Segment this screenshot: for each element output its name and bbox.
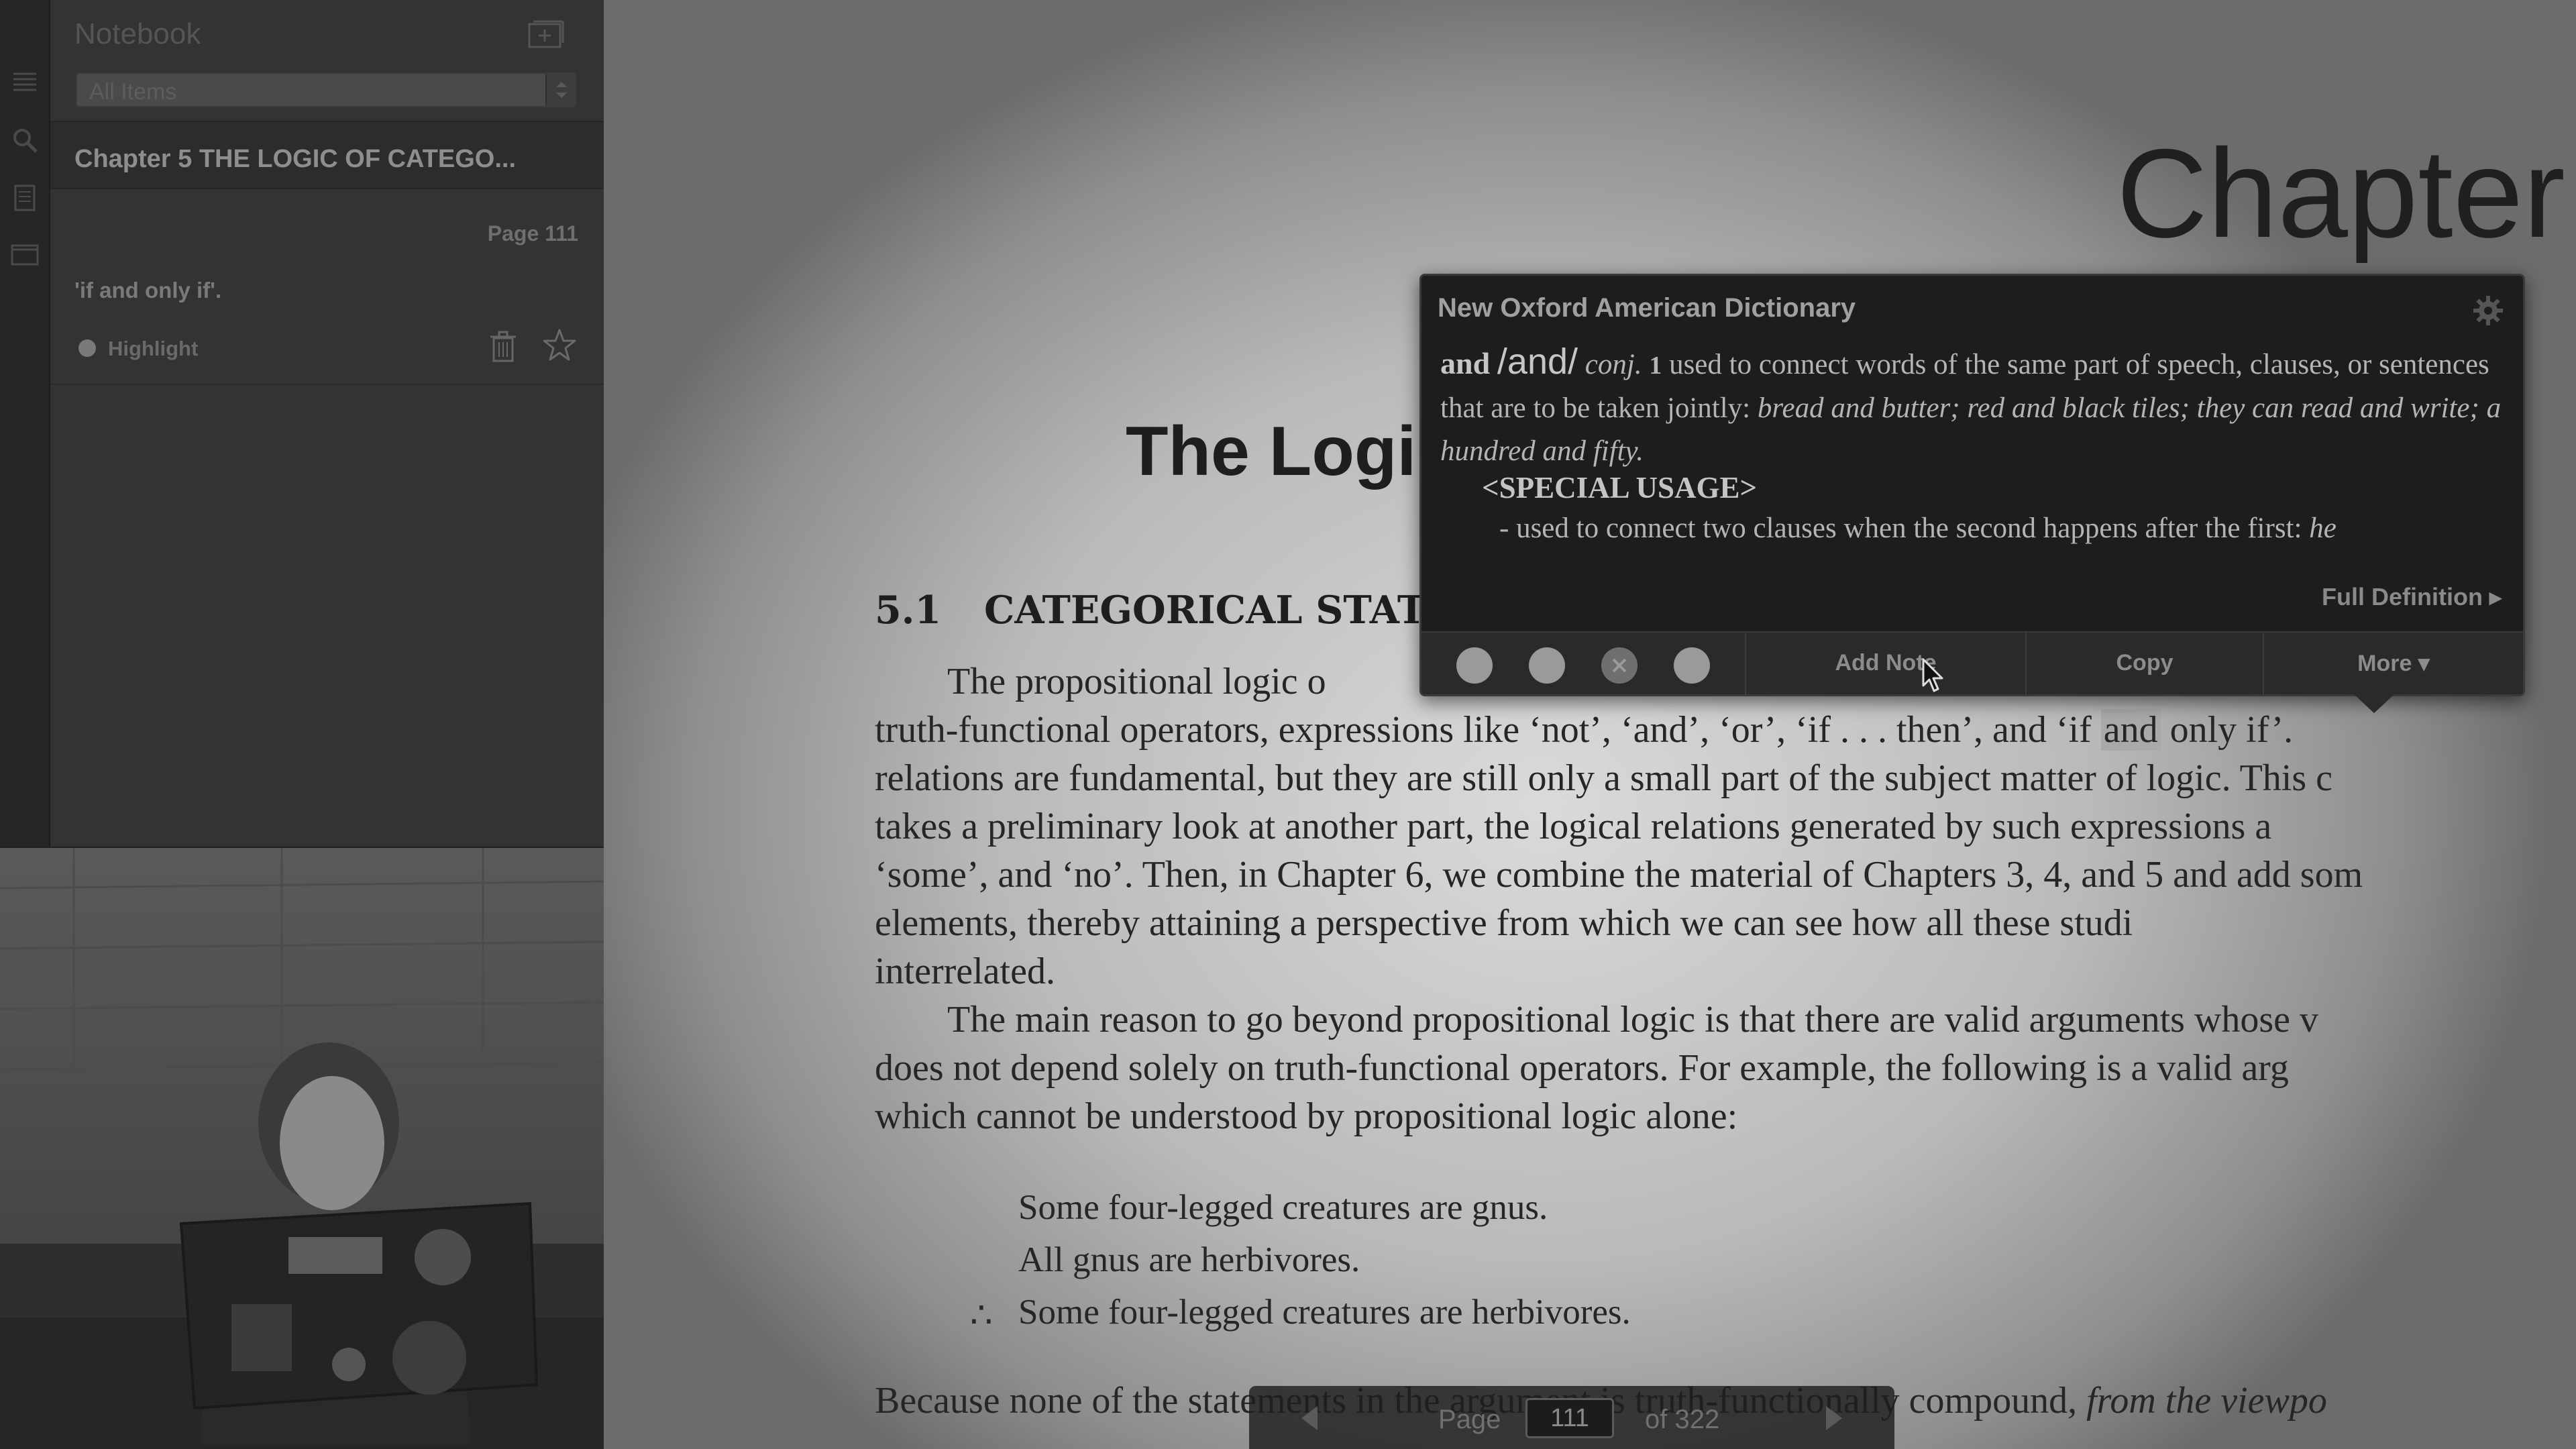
new-note-icon[interactable]: [527, 19, 566, 51]
body-line[interactable]: relations are fundamental, but they are …: [875, 757, 2332, 800]
chapter-heading: Chapter: [2116, 123, 2565, 264]
chapter-group-header[interactable]: Chapter 5 THE LOGIC OF CATEGO...: [50, 121, 604, 189]
argument-premise[interactable]: All gnus are herbivores.: [1018, 1240, 1360, 1280]
copy-button[interactable]: Copy: [2025, 633, 2263, 694]
selected-word[interactable]: and: [2100, 709, 2161, 751]
page-navigation-bar: Page of 322: [1249, 1386, 1894, 1449]
mouse-cursor-icon: [1921, 657, 1945, 694]
highlight-color-dot: [78, 339, 96, 357]
search-icon[interactable]: [9, 125, 40, 156]
argument-conclusion[interactable]: Some four-legged creatures are herbivore…: [1018, 1292, 1631, 1332]
popover-toolbar: Add Note Copy More ▾: [1421, 631, 2523, 694]
therefore-symbol: ∴: [970, 1296, 993, 1335]
headword: and: [1440, 346, 1491, 380]
body-line[interactable]: interrelated.: [875, 950, 1055, 993]
page-icon[interactable]: [9, 182, 40, 213]
select-arrows-icon: [545, 74, 575, 106]
section-heading: 5.1 CATEGORICAL STATE: [875, 588, 1455, 633]
full-definition-link[interactable]: Full Definition ▸: [2322, 583, 2502, 611]
gear-icon[interactable]: [2471, 293, 2506, 328]
chapter-title: The Logi: [1126, 413, 1417, 490]
body-line[interactable]: does not depend solely on truth-function…: [875, 1046, 2289, 1089]
sense-number: 1: [1649, 352, 1662, 380]
filter-select[interactable]: All Items: [76, 72, 576, 107]
notebook-panel: Notebook All Items Chapter 5 THE LOGIC O…: [50, 0, 604, 847]
previous-page-icon[interactable]: [1296, 1403, 1323, 1433]
dictionary-source: New Oxford American Dictionary: [1438, 293, 1856, 323]
page-total: of 322: [1645, 1405, 1720, 1434]
body-line[interactable]: takes a preliminary look at another part…: [875, 805, 2271, 848]
page-label: Page: [1438, 1405, 1501, 1434]
popover-pointer: [2354, 694, 2394, 713]
note-quote: 'if and only if'.: [74, 278, 222, 303]
body-line[interactable]: truth-functional operators, expressions …: [875, 708, 2293, 751]
note-type-label: Highlight: [108, 337, 199, 360]
section-title: CATEGORICAL STATE: [984, 588, 1455, 633]
usage-line: - used to connect two clauses when the s…: [1499, 513, 2337, 544]
section-number: 5.1: [875, 588, 942, 633]
body-line[interactable]: which cannot be understood by propositio…: [875, 1095, 1737, 1138]
page-number-input[interactable]: [1525, 1398, 1614, 1438]
notebook-icon[interactable]: [9, 239, 40, 270]
dictionary-popover: New Oxford American Dictionary and /and/…: [1419, 274, 2525, 713]
add-note-button[interactable]: Add Note: [1745, 633, 2025, 694]
icon-rail: [0, 0, 50, 847]
list-icon[interactable]: [9, 67, 40, 98]
body-line[interactable]: The main reason to go beyond proposition…: [947, 998, 2318, 1041]
notebook-title: Notebook: [74, 17, 201, 50]
webcam-video: [0, 847, 604, 1449]
part-of-speech: conj.: [1585, 349, 1642, 380]
chapter-title: Chapter 5 THE LOGIC OF CATEGO...: [74, 145, 517, 173]
highlight-color-3[interactable]: [1674, 647, 1710, 684]
more-button[interactable]: More ▾: [2263, 633, 2523, 694]
filter-value: All Items: [89, 79, 177, 105]
star-icon[interactable]: [541, 327, 578, 364]
note-item[interactable]: Page 111 'if and only if'. Highlight: [50, 191, 604, 385]
argument-premise[interactable]: Some four-legged creatures are gnus.: [1018, 1187, 1548, 1228]
body-line[interactable]: elements, thereby attaining a perspectiv…: [875, 902, 2133, 945]
usage-heading: <SPECIAL USAGE>: [1482, 471, 1758, 504]
definition-text: and /and/ conj. 1 used to connect words …: [1440, 340, 2514, 473]
trash-icon[interactable]: [488, 330, 519, 364]
highlight-color-1[interactable]: [1456, 647, 1493, 684]
sidebar: Notebook All Items Chapter 5 THE LOGIC O…: [0, 0, 604, 1449]
pronunciation: /and/: [1497, 341, 1578, 382]
remove-highlight-icon[interactable]: [1601, 647, 1638, 684]
body-line[interactable]: ‘some’, and ‘no’. Then, in Chapter 6, we…: [875, 853, 2363, 896]
highlight-color-2[interactable]: [1529, 647, 1565, 684]
next-page-icon[interactable]: [1821, 1403, 1847, 1433]
document-page[interactable]: Chapter The Logi 5.1 CATEGORICAL STATE T…: [604, 0, 2576, 1449]
body-line[interactable]: The propositional logic o: [947, 660, 1326, 703]
note-page-number: Page 111: [487, 221, 578, 246]
